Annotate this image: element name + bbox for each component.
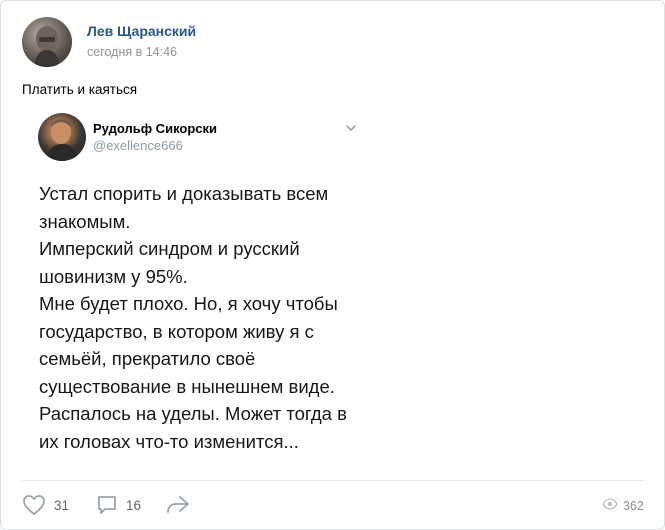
avatar-image	[34, 26, 60, 67]
tweet-line: существование в нынешнем виде.	[39, 375, 335, 397]
comment-button[interactable]: 16	[96, 494, 141, 516]
repost-author-avatar[interactable]	[38, 113, 86, 161]
post-text: Платить и каяться	[22, 82, 138, 97]
comment-count: 16	[126, 497, 142, 513]
post-card: Лев Щаранский сегодня в 14:46 Платить и …	[0, 0, 665, 530]
repost-avatar-image	[46, 119, 78, 161]
tweet-line: шовинизм у 95%.	[39, 265, 188, 287]
tweet-line: их головах что-то изменится...	[39, 430, 299, 452]
chevron-down-icon[interactable]	[344, 121, 358, 135]
repost-author-name[interactable]: Рудольф Сикорски	[93, 121, 217, 136]
author-name-link[interactable]: Лев Щаранский	[87, 23, 196, 39]
embedded-tweet: Рудольф Сикорски @exellence666 Устал спо…	[22, 101, 372, 471]
tweet-line: Мне будет плохо. Но, я хочу чтобы	[39, 293, 338, 314]
tweet-line: знакомым.	[39, 210, 131, 232]
comment-icon	[96, 494, 118, 516]
tweet-body: Устал спорить и доказывать всем знакомым…	[39, 180, 369, 455]
views-count: 362	[623, 499, 644, 513]
tweet-line: семьёй, прекратило своё	[39, 348, 256, 369]
share-arrow-icon	[165, 494, 191, 516]
eye-icon	[602, 497, 618, 515]
like-button[interactable]: 31	[22, 494, 69, 516]
author-avatar[interactable]	[22, 17, 72, 67]
post-timestamp[interactable]: сегодня в 14:46	[87, 45, 177, 59]
views-counter: 362	[602, 497, 644, 515]
like-count: 31	[54, 497, 70, 513]
repost-author-handle[interactable]: @exellence666	[93, 138, 183, 153]
tweet-line: Распалось на уделы. Может тогда в	[39, 403, 347, 424]
share-button[interactable]	[165, 494, 191, 516]
tweet-line: государство, в котором живу я с	[39, 320, 314, 342]
tweet-line: Устал спорить и доказывать всем	[39, 183, 329, 204]
heart-icon	[22, 494, 46, 516]
tweet-line: Имперский синдром и русский	[39, 238, 300, 259]
actions-divider	[22, 480, 644, 481]
